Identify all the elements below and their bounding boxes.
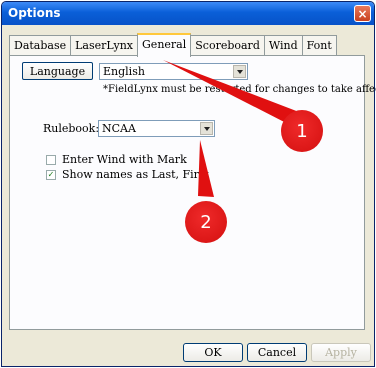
callout-2-pointer — [198, 140, 214, 197]
callout-2: 2 — [185, 201, 227, 243]
callout-1-pointer — [163, 60, 299, 126]
callout-1: 1 — [281, 110, 323, 152]
tab-general[interactable]: General — [137, 33, 192, 57]
